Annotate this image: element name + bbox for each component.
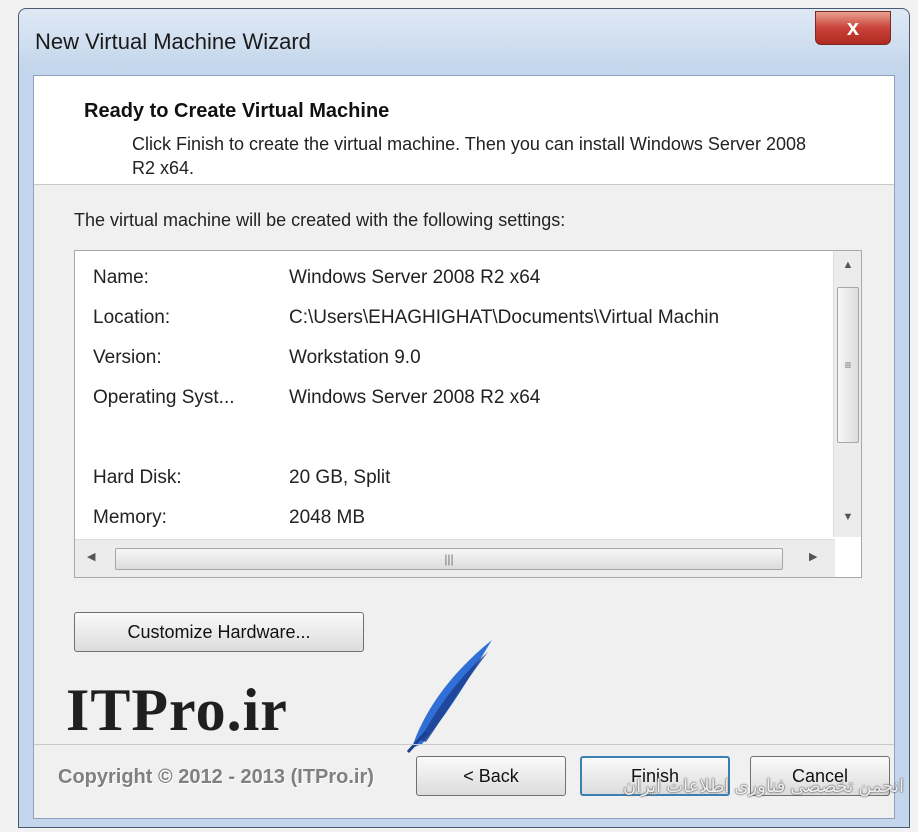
persian-watermark: انجمن تخصصی فناوری اطلاعات ایران	[623, 776, 904, 796]
setting-label: Version:	[93, 347, 162, 368]
setting-value: 20 GB, Split	[289, 467, 391, 488]
close-icon: x	[846, 15, 860, 40]
feather-icon	[406, 640, 492, 754]
customize-hardware-button[interactable]: Customize Hardware...	[74, 612, 364, 652]
setting-label: Name:	[93, 267, 149, 288]
vertical-scroll-thumb[interactable]: ≡	[837, 287, 859, 443]
setting-row-location: Location: C:\Users\EHAGHIGHAT\Documents\…	[75, 307, 819, 343]
setting-row-memory: Memory: 2048 MB	[75, 507, 819, 537]
setting-label: Operating Syst...	[93, 387, 235, 408]
wizard-window: New Virtual Machine Wizard x Ready to Cr…	[18, 8, 910, 828]
wizard-content: Ready to Create Virtual Machine Click Fi…	[33, 75, 904, 819]
title-bar[interactable]: New Virtual Machine Wizard x	[19, 9, 909, 71]
chevron-down-icon[interactable]: ▼	[834, 511, 862, 523]
settings-list: Name: Windows Server 2008 R2 x64 Locatio…	[75, 251, 819, 537]
setting-value: 2048 MB	[289, 507, 366, 528]
chevron-left-icon[interactable]: ◀	[87, 550, 95, 563]
horizontal-scrollbar[interactable]: ◀ ||| ▶	[75, 539, 835, 577]
footer-separator	[34, 744, 894, 745]
setting-label: Memory:	[93, 507, 167, 528]
setting-value: Workstation 9.0	[289, 347, 421, 368]
chevron-up-icon[interactable]: ▲	[834, 259, 862, 271]
setting-value: C:\Users\EHAGHIGHAT\Documents\Virtual Ma…	[289, 307, 720, 328]
horizontal-scroll-thumb[interactable]: |||	[115, 548, 783, 570]
window-title: New Virtual Machine Wizard	[35, 29, 311, 54]
setting-row-version: Version: Workstation 9.0	[75, 347, 819, 383]
settings-intro-text: The virtual machine will be created with…	[74, 210, 566, 230]
setting-row-name: Name: Windows Server 2008 R2 x64	[75, 267, 819, 303]
itpro-logo-text: ITPro.ir	[66, 677, 288, 743]
page-description: Click Finish to create the virtual machi…	[132, 134, 806, 178]
page-title: Ready to Create Virtual Machine	[84, 100, 390, 122]
setting-label: Location:	[93, 307, 171, 328]
chevron-right-icon[interactable]: ▶	[809, 550, 817, 563]
settings-list-box[interactable]: Name: Windows Server 2008 R2 x64 Locatio…	[74, 250, 862, 578]
setting-row-blank	[75, 427, 819, 463]
setting-value: Windows Server 2008 R2 x64	[289, 387, 541, 408]
setting-label: Hard Disk:	[93, 467, 182, 488]
copyright-watermark: Copyright © 2012 - 2013 (ITPro.ir)	[58, 766, 374, 788]
setting-value: Windows Server 2008 R2 x64	[289, 267, 541, 288]
header-band: Ready to Create Virtual Machine Click Fi…	[34, 76, 894, 185]
setting-row-operating-system: Operating Syst... Windows Server 2008 R2…	[75, 387, 819, 423]
vertical-scrollbar[interactable]: ▲ ≡ ▼	[833, 251, 861, 537]
setting-row-hard-disk: Hard Disk: 20 GB, Split	[75, 467, 819, 503]
close-button[interactable]: x	[815, 11, 891, 45]
